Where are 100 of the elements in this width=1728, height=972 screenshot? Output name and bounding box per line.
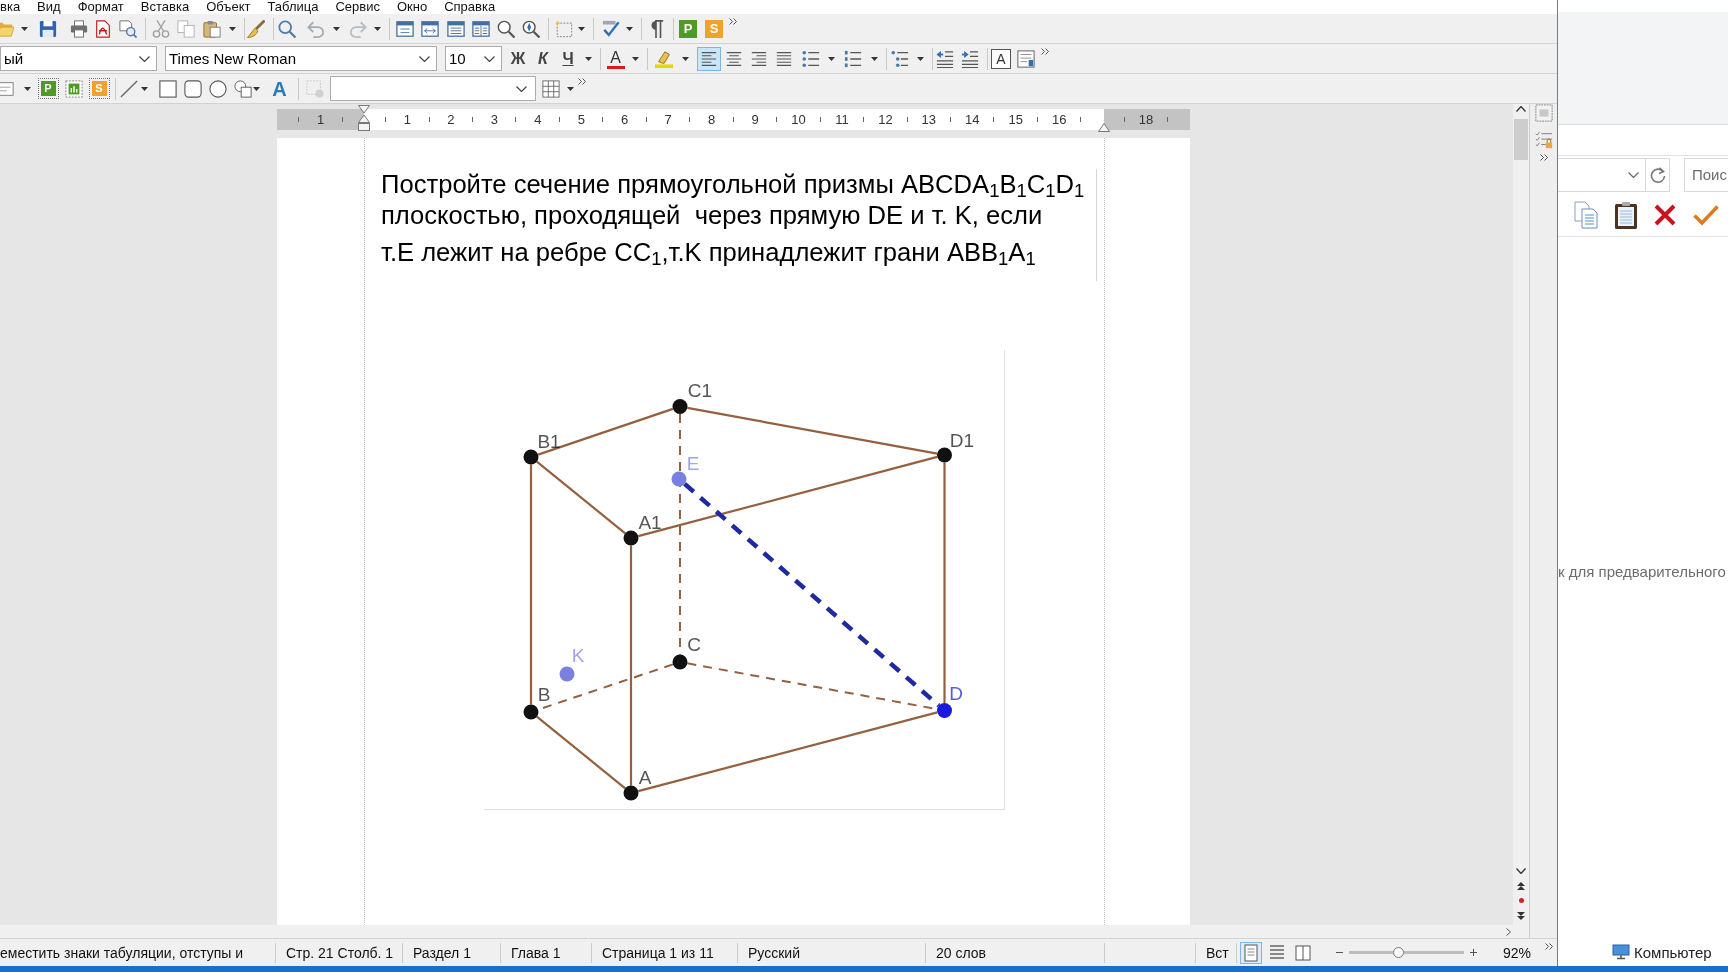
more-chevrons-icon[interactable] — [729, 18, 737, 25]
bold-button[interactable]: Ж — [505, 47, 531, 70]
caret-icon[interactable] — [253, 86, 260, 91]
caret-icon[interactable] — [567, 86, 574, 91]
shapes-icon[interactable] — [233, 79, 252, 98]
scroll-down-icon[interactable] — [1516, 868, 1526, 874]
underline-button[interactable]: Ч — [555, 47, 581, 70]
more-chevrons-icon[interactable] — [1041, 48, 1049, 55]
paragraph-style-combo[interactable]: ый — [0, 46, 157, 71]
pdf-document-icon[interactable] — [94, 19, 112, 38]
font-name-combo[interactable]: Times New Roman — [165, 46, 437, 71]
chevron-down-icon[interactable] — [419, 55, 430, 62]
chevron-down-icon[interactable] — [1628, 171, 1639, 178]
menu-item[interactable]: Таблица — [267, 0, 319, 14]
tile-button[interactable]: P — [40, 81, 56, 96]
single-page-view-button[interactable] — [1240, 941, 1262, 964]
caret-icon[interactable] — [626, 26, 633, 31]
caret-icon[interactable] — [23, 86, 31, 91]
paintbrush-icon[interactable] — [246, 19, 265, 38]
navigator-icon[interactable] — [522, 19, 540, 38]
caret-icon[interactable] — [374, 26, 381, 31]
increase-indent-icon[interactable] — [961, 49, 979, 68]
caret-icon[interactable] — [20, 26, 28, 31]
scrollbar-thumb[interactable] — [1514, 119, 1528, 160]
menu-item[interactable]: Формат — [77, 0, 124, 14]
align-left-button[interactable] — [697, 46, 721, 71]
indent-marker-icon[interactable] — [358, 105, 370, 131]
paragraph-box-icon[interactable] — [1017, 49, 1035, 68]
ellipse-icon[interactable] — [208, 79, 227, 98]
highlighter-icon[interactable] — [655, 49, 673, 68]
scroll-right-icon[interactable] — [1506, 927, 1511, 936]
menu-item[interactable]: Вставка — [140, 0, 190, 14]
caret-icon[interactable] — [827, 56, 835, 61]
next-page-icon[interactable] — [1517, 912, 1525, 920]
search-icon[interactable] — [277, 19, 296, 38]
chevron-down-icon[interactable] — [139, 55, 150, 62]
menu-item[interactable]: Вид — [37, 0, 61, 14]
scroll-up-icon[interactable] — [1516, 106, 1526, 112]
computer-icon[interactable] — [1612, 944, 1630, 960]
zoom-slider-thumb[interactable] — [1392, 947, 1404, 958]
caret-icon[interactable] — [681, 56, 689, 61]
bullet-list-icon[interactable] — [802, 49, 820, 68]
styles-lock-icon[interactable] — [1534, 131, 1553, 149]
menu-item[interactable]: вка — [0, 0, 21, 14]
point-label: B1 — [537, 430, 561, 452]
object-icon[interactable] — [0, 79, 14, 98]
fontwork-button[interactable]: A — [269, 77, 290, 100]
indent-marker-icon[interactable] — [1098, 123, 1110, 132]
caret-icon[interactable] — [584, 56, 592, 61]
save-icon[interactable] — [39, 19, 57, 38]
insert-mode[interactable]: Вст — [1196, 942, 1237, 963]
clipboard-icon[interactable] — [203, 19, 221, 38]
page-view-icon[interactable] — [396, 19, 414, 38]
menu-item[interactable]: Окно — [396, 0, 428, 14]
caret-icon[interactable] — [141, 86, 148, 91]
zoom-in-icon[interactable] — [1470, 949, 1477, 956]
previous-page-icon[interactable] — [1517, 882, 1525, 890]
line-icon[interactable] — [119, 79, 138, 98]
page-view-icon[interactable] — [472, 19, 490, 38]
magnifier-icon[interactable] — [497, 19, 515, 38]
zoom-percentage[interactable]: 92% — [1503, 944, 1532, 961]
caret-icon[interactable] — [870, 56, 878, 61]
font-color-button[interactable]: A — [604, 48, 627, 69]
print-preview-icon[interactable] — [119, 19, 137, 38]
more-chevrons-icon[interactable] — [1545, 943, 1554, 950]
page-view-icon[interactable] — [421, 19, 439, 38]
dropdown-field[interactable] — [329, 76, 536, 101]
table-icon[interactable] — [541, 79, 560, 98]
caret-icon[interactable] — [577, 26, 585, 31]
page-view-icon[interactable] — [447, 19, 465, 38]
more-chevrons-icon[interactable] — [1539, 154, 1548, 161]
menu-item[interactable]: Сервис — [335, 0, 380, 14]
menu-item[interactable]: Справка — [444, 0, 496, 14]
close-icon[interactable] — [1653, 202, 1677, 227]
tile-button[interactable]: P — [679, 19, 697, 38]
decrease-indent-icon[interactable] — [936, 49, 954, 68]
search-field[interactable]: Поис — [1684, 157, 1728, 192]
printer-icon[interactable] — [70, 19, 88, 38]
rectangle-icon[interactable] — [158, 79, 177, 98]
caret-icon[interactable] — [917, 56, 924, 61]
caret-icon[interactable] — [333, 26, 340, 31]
check-icon[interactable] — [1693, 203, 1719, 226]
caret-icon[interactable] — [228, 26, 236, 31]
rounded-rectangle-icon[interactable] — [183, 79, 202, 98]
caret-icon[interactable] — [632, 56, 639, 61]
outline-list-icon[interactable] — [890, 49, 909, 68]
clipboard-icon[interactable] — [1614, 200, 1638, 229]
menu-item[interactable]: Объект — [206, 0, 251, 14]
more-chevrons-icon[interactable] — [577, 78, 586, 85]
refresh-button[interactable] — [1646, 157, 1670, 192]
spellcheck-icon[interactable] — [601, 19, 620, 38]
italic-button[interactable]: К — [530, 47, 556, 70]
navigation-dot-icon[interactable] — [1518, 898, 1524, 903]
font-size-combo[interactable]: 10 — [445, 46, 502, 71]
chevron-down-icon[interactable] — [484, 55, 495, 62]
language-indicator[interactable]: Русский — [738, 942, 926, 963]
text-box-button[interactable]: A — [991, 48, 1011, 69]
chevron-down-icon[interactable] — [515, 85, 527, 92]
numbered-list-icon[interactable] — [844, 49, 862, 68]
chart-icon[interactable] — [65, 79, 83, 98]
